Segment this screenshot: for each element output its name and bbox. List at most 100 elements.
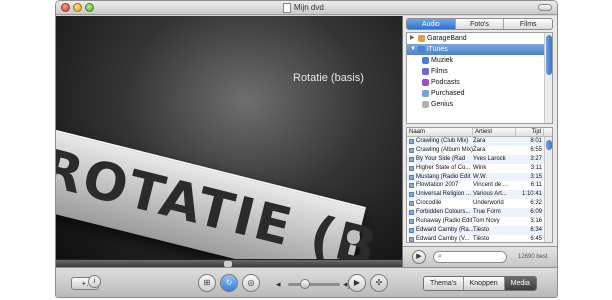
source-item-itunes[interactable]: ▼ iTunes (407, 44, 552, 55)
track-time: 6:45 (530, 235, 542, 242)
audio-file-icon (409, 201, 414, 207)
media-browser: Audio Foto's Films ▶ GarageBand ▼ iTunes Muzie… (402, 16, 557, 267)
tab-audio[interactable]: Audio (407, 19, 456, 29)
table-row[interactable]: Universal Religion ... Various Art... 1:10… (407, 190, 552, 200)
item-count: 12690 besl. (518, 254, 550, 260)
table-row[interactable]: Higher State of Co... Wink 3:11 (407, 164, 552, 173)
table-row[interactable]: Mustang (Radio Edit W.W. 3:15 (407, 172, 552, 182)
column-time[interactable]: Tijd (516, 128, 544, 136)
play-button[interactable]: ▶ (348, 274, 366, 292)
idvd-window: Mijn dvd ROTATIE (B Rotatie (basis) Audi… (55, 0, 558, 298)
track-name-text: Crocodile (416, 200, 442, 207)
volume-slider[interactable] (288, 283, 340, 286)
track-artist: Yves Larock (473, 155, 506, 162)
source-item-label: Genius (431, 101, 454, 108)
zoom-window-button[interactable] (85, 3, 94, 12)
source-item-label: Films (431, 68, 448, 75)
table-row[interactable]: Flowtation 2007 Vincent de ... 6:11 (407, 181, 552, 190)
source-item-purchased[interactable]: Purchased (407, 88, 552, 99)
track-artist: Various Art... (473, 191, 507, 198)
apple-logo-icon (347, 230, 360, 244)
source-item-genius[interactable]: Genius (407, 99, 552, 110)
tab-films[interactable]: Films (504, 19, 552, 29)
column-name[interactable]: Naam (407, 128, 473, 136)
track-artist: Zara (473, 146, 486, 153)
preview-scrubber[interactable] (56, 259, 402, 267)
toolbar-toggle-button[interactable] (538, 4, 552, 11)
track-artist: Underworld (473, 200, 504, 207)
track-table: Naam Artiest Tijd Crawling (Club Mix) Zar… (406, 127, 553, 243)
source-item-garageband[interactable]: ▶ GarageBand (407, 33, 552, 44)
table-row[interactable]: Runaway (Radio Edit) Tom Novy 3:16 (407, 217, 552, 226)
audio-file-icon (409, 227, 414, 233)
track-name-text: Crawling (Club Mix) (416, 138, 469, 144)
mode-thema-s[interactable]: Thema's (424, 277, 464, 290)
menu-preview-viewer[interactable]: ROTATIE (B Rotatie (basis) (56, 16, 402, 259)
table-row[interactable]: Crawling (Album Mix) Zara 6:55 (407, 146, 552, 155)
track-time: 1:10:41 (521, 191, 542, 198)
track-name-text: Edward Carnby (Ra... (416, 226, 473, 233)
disc-icon: ◎ (247, 278, 255, 287)
close-window-button[interactable] (61, 3, 70, 12)
column-artist[interactable]: Artiest (473, 128, 516, 136)
source-item-podcasts[interactable]: Podcasts (407, 77, 552, 88)
search-input[interactable] (448, 253, 504, 262)
scrollbar-thumb[interactable] (546, 140, 552, 150)
guitar-icon (418, 35, 425, 42)
minimize-window-button[interactable] (73, 3, 82, 12)
table-row[interactable]: By Your Side (Rad Yves Larock 3:27 (407, 154, 552, 164)
track-time: 3:11 (530, 164, 542, 171)
mode-knoppen[interactable]: Knoppen (463, 277, 505, 290)
audio-file-icon (409, 156, 414, 162)
table-row[interactable]: Crocodile Underworld 6:32 (407, 199, 552, 208)
track-name-text: Forbidden Colours... (416, 209, 471, 216)
track-time: 3:27 (530, 155, 542, 162)
table-row[interactable]: Crawling (Club Mix) Zara 8:01 (407, 137, 552, 146)
disclosure-closed-icon[interactable]: ▶ (410, 33, 415, 44)
source-item-muziek[interactable]: Muziek (407, 55, 552, 66)
mode-media[interactable]: Media (504, 277, 536, 290)
table-row[interactable]: Edward Carnby (V... Tiësto 6:45 (407, 235, 552, 242)
burn-button[interactable]: ◎ (242, 274, 260, 292)
track-time: 6:09 (530, 209, 542, 216)
source-item-label: Podcasts (431, 79, 460, 86)
audio-file-icon (409, 174, 414, 180)
burn-disc-button[interactable]: ✣ (370, 274, 388, 292)
track-name: Edward Carnby (Ra... (407, 226, 473, 235)
tab-foto-s[interactable]: Foto's (456, 19, 505, 29)
audio-file-icon (409, 147, 414, 153)
info-button[interactable]: i (88, 275, 101, 288)
track-table-scrollbar[interactable] (544, 137, 552, 242)
title-bar[interactable]: Mijn dvd (56, 1, 557, 15)
motion-loop-icon: ↻ (225, 278, 233, 287)
audio-file-icon (409, 183, 414, 189)
track-name-text: Mustang (Radio Edit (416, 173, 471, 180)
track-artist: True Form (473, 209, 501, 216)
audio-file-icon (409, 236, 414, 242)
track-artist: Tiësto (473, 226, 490, 233)
table-row[interactable]: Edward Carnby (Ra... Tiësto 6:34 (407, 225, 552, 235)
media-type-tabs: Audio Foto's Films (406, 18, 553, 30)
disclosure-open-icon[interactable]: ▼ (410, 44, 416, 55)
motion-button[interactable]: ↻ (220, 274, 238, 292)
audio-file-icon (409, 192, 414, 198)
volume-knob[interactable] (300, 279, 310, 289)
source-list-scrollbar[interactable] (544, 33, 552, 123)
search-field[interactable]: ⌕ (433, 251, 507, 263)
track-name-text: By Your Side (Rad (416, 155, 466, 162)
track-artist: W.W. (473, 173, 487, 180)
map-view-button[interactable]: ⊞ (198, 274, 216, 292)
scrollbar-thumb[interactable] (546, 35, 552, 75)
play-icon: ▶ (353, 278, 361, 287)
play-preview-button[interactable]: ▶ (412, 250, 426, 264)
music-note-icon (422, 57, 429, 64)
table-row[interactable]: Forbidden Colours... True Form 6:09 (407, 208, 552, 218)
burn-icon: ✣ (375, 278, 383, 287)
info-label: i (93, 278, 96, 285)
menu-title-text[interactable]: Rotatie (basis) (293, 72, 364, 84)
track-name-text: Universal Religion ... (416, 191, 472, 198)
track-time: 6:32 (530, 200, 542, 207)
audio-file-icon (409, 210, 414, 216)
source-item-films[interactable]: Films (407, 66, 552, 77)
source-list: ▶ GarageBand ▼ iTunes Muziek Films Podcasts Pur… (406, 32, 553, 124)
